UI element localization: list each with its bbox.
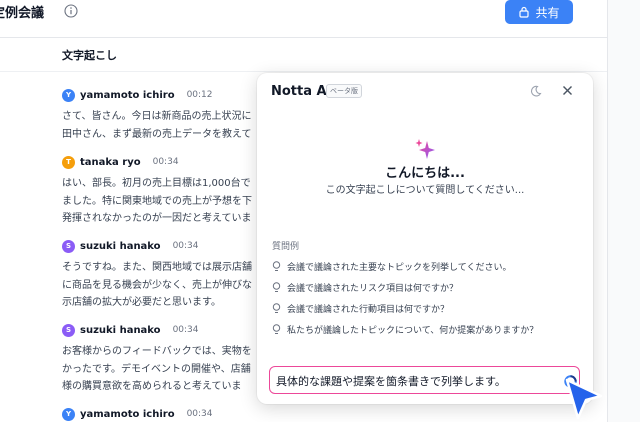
transcript-heading: 文字起こし (62, 49, 117, 62)
timestamp[interactable]: 00:34 (187, 409, 213, 419)
speaker-name[interactable]: yamamoto ichiro (80, 409, 175, 420)
speaker-name[interactable]: tanaka ryo (80, 157, 141, 168)
avatar: Y (62, 407, 75, 421)
timestamp[interactable]: 00:34 (153, 157, 179, 167)
avatar: S (62, 323, 75, 337)
avatar: T (62, 155, 75, 169)
lightbulb-icon (272, 261, 281, 271)
transcript-text: はい、部長。初月の売上目標は1,000台で (62, 178, 251, 189)
sparkle-icon (415, 139, 435, 159)
suggestion-text: 会議で議論された行動項目は何ですか？ (287, 305, 450, 315)
transcript-entry: S suzuki hanako 00:34 お客様からのフィードバックでは、実物… (62, 322, 272, 396)
timestamp[interactable]: 00:34 (173, 241, 199, 251)
speaker-name[interactable]: suzuki hanako (80, 241, 161, 252)
transcript-entry: T tanaka ryo 00:34 はい、部長。初月の売上目標は1,000台で… (62, 154, 272, 228)
close-icon[interactable] (562, 85, 573, 96)
avatar: S (62, 239, 75, 253)
speaker-name[interactable]: yamamoto ichiro (80, 90, 175, 101)
transcript-text: 様の購買意欲を高められると考えていま (62, 381, 242, 392)
header: 定例会議 共有 (0, 0, 640, 30)
input-value[interactable]: 具体的な課題や提案を箇条書きで列挙します。 (276, 373, 506, 389)
share-button[interactable]: 共有 (505, 0, 573, 24)
lightbulb-icon (272, 282, 281, 292)
transcript-text: 田中さん、まず最新の売上データを教えて (62, 128, 252, 140)
transcript-text: お客様からのフィードバックでは、実物を (62, 346, 252, 357)
lightbulb-icon (272, 303, 281, 313)
transcript-entry: Y yamamoto ichiro 00:34 (62, 406, 272, 422)
ai-question-input[interactable]: 具体的な課題や提案を箇条書きで列挙します。 (269, 366, 580, 394)
suggestion-item[interactable]: 私たちが議論したトピックについて、何か提案がありますか？ (272, 323, 538, 336)
ai-panel-title: Notta AI (271, 84, 332, 99)
transcript-text: 示店舗の拡大が必要だと思います。 (62, 297, 221, 308)
info-icon[interactable] (64, 4, 78, 18)
transcript-text: かったです。デモイベントの開催や、店舗 (62, 363, 251, 375)
transcript-entry: Y yamamoto ichiro 00:12 さて、皆さん。今日は新商品の売上… (62, 87, 272, 143)
suggestion-item[interactable]: 会議で議論された主要なトピックを列挙してください。 (272, 260, 511, 273)
suggestion-text: 私たちが議論したトピックについて、何か提案がありますか？ (287, 326, 539, 336)
suggestion-text: 会議で議論されたリスク項目は何ですか？ (287, 284, 459, 294)
speaker-name[interactable]: suzuki hanako (80, 325, 161, 336)
transcript-text: ました。特に関東地域での売上が予想を下 (62, 195, 252, 207)
page-title: 定例会議 (0, 6, 45, 21)
ai-assistant-panel: Notta AI ベータ版 こんにちは... この文字起こしについて質問してくだ… (257, 73, 593, 404)
avatar: Y (62, 88, 75, 102)
lightbulb-icon (272, 324, 281, 334)
cursor-icon (565, 378, 603, 420)
header-divider (0, 37, 607, 38)
lock-icon (519, 6, 530, 18)
share-label: 共有 (535, 5, 560, 20)
transcript-divider (0, 71, 607, 72)
timestamp[interactable]: 00:34 (173, 325, 199, 335)
suggestion-text: 会議で議論された主要なトピックを列挙してください。 (287, 263, 512, 273)
timestamp[interactable]: 00:12 (187, 90, 213, 100)
beta-badge: ベータ版 (326, 84, 362, 98)
transcript-entry: S suzuki hanako 00:34 そうですね。また、関西地域では展示店… (62, 238, 272, 312)
transcript-text: そうですね。また、関西地域では展示店舗 (62, 262, 252, 273)
ai-greeting: こんにちは... (385, 166, 465, 181)
moon-icon[interactable] (530, 85, 542, 97)
transcript-text: に商品を見る機会が少なく、売上が伸びな (62, 279, 252, 291)
ai-subtitle: この文字起こしについて質問してください... (325, 185, 525, 196)
right-sidebar (608, 0, 640, 422)
suggestion-item[interactable]: 会議で議論されたリスク項目は何ですか？ (272, 281, 458, 294)
suggestion-item[interactable]: 会議で議論された行動項目は何ですか？ (272, 302, 449, 315)
examples-label: 質問例 (272, 242, 300, 252)
transcript-text: 発揮されなかったのが一因だと考えていま (62, 213, 252, 224)
transcript-text: さて、皆さん。今日は新商品の売上状況に (62, 111, 252, 122)
